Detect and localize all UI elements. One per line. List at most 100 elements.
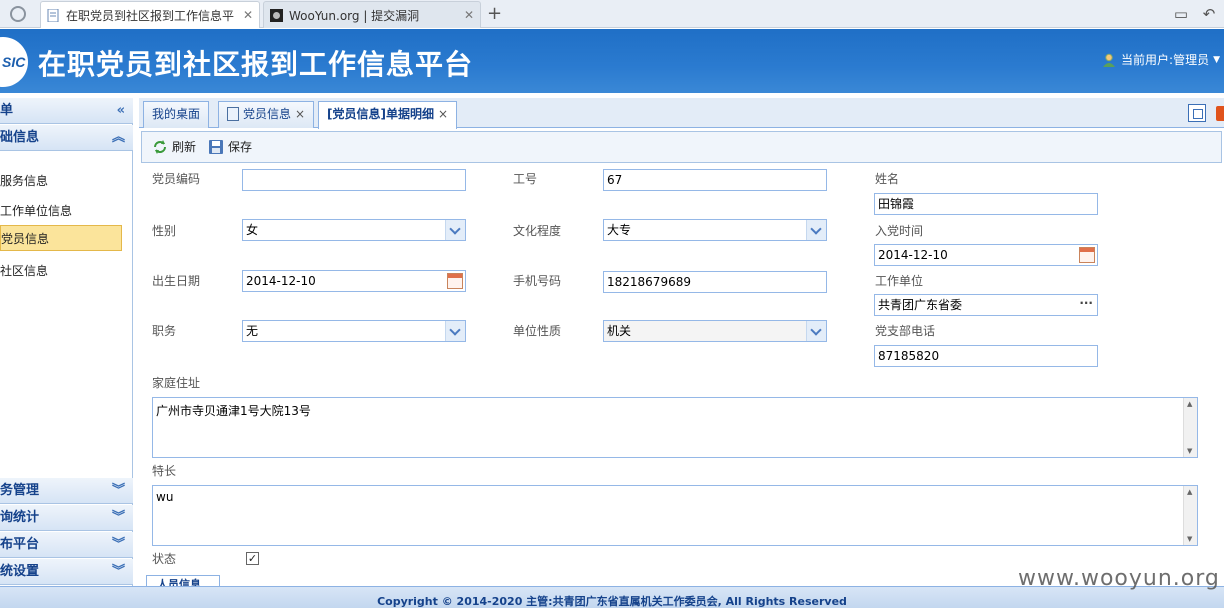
- calendar-icon[interactable]: [447, 273, 463, 289]
- member-code-label: 党员编码: [152, 172, 201, 186]
- left-sidebar: 菜单 « 基础信息 ︽ 服务信息 工作单位信息 党员信息 社区信息 服务管理 ︾…: [0, 98, 133, 586]
- refresh-icon: [154, 139, 166, 154]
- birth-date-value: 2014-12-10: [246, 274, 316, 288]
- mobile-label: 手机号码: [513, 274, 562, 288]
- status-checkbox[interactable]: ✓: [246, 552, 259, 565]
- refresh-button[interactable]: 刷新: [152, 138, 196, 155]
- sidebar-group-publish[interactable]: 发布平台 ︾: [0, 532, 133, 558]
- save-button[interactable]: 保存: [208, 138, 252, 155]
- work-unit-value: 共青团广东省委: [878, 298, 963, 312]
- join-date-value: 2014-12-10: [878, 248, 948, 262]
- sidebar-group-service-mgmt[interactable]: 服务管理 ︾: [0, 478, 133, 504]
- sidebar-item-work-unit[interactable]: 工作单位信息: [0, 198, 122, 224]
- collapse-left-icon[interactable]: «: [117, 98, 125, 123]
- browser-tab-strip: 在职党员到社区报到工作信息平 ✕ WooYun.org | 提交漏洞 ✕ + ▭…: [0, 0, 1224, 28]
- current-user-label: 当前用户:管理员: [1121, 53, 1210, 67]
- mobile-field[interactable]: 18218679689: [603, 271, 827, 293]
- branch-phone-field[interactable]: 87185820: [874, 345, 1098, 367]
- browser-tab-title: 在职党员到社区报到工作信息平: [66, 8, 235, 23]
- sidebar-group-label: 基础信息: [0, 130, 40, 145]
- user-icon: [1102, 53, 1116, 67]
- chevron-up-icon[interactable]: ︽: [112, 125, 125, 150]
- textarea-scrollbar[interactable]: [1183, 486, 1197, 545]
- close-tab-icon[interactable]: ✕: [243, 8, 253, 22]
- browser-home-icon[interactable]: [10, 6, 26, 22]
- save-icon: [209, 139, 223, 154]
- browser-tab-active[interactable]: 在职党员到社区报到工作信息平 ✕: [40, 1, 260, 28]
- dropdown-arrow-icon[interactable]: [806, 321, 826, 341]
- branch-phone-label: 党支部电话: [875, 324, 936, 338]
- close-tab-icon[interactable]: ×: [438, 107, 448, 121]
- education-select[interactable]: 大专: [603, 219, 827, 241]
- current-user[interactable]: 当前用户:管理员 ▼: [1102, 51, 1220, 68]
- unit-type-value: 机关: [607, 324, 632, 338]
- close-tab-icon[interactable]: ×: [295, 107, 305, 121]
- sidebar-group-label: 发布平台: [0, 537, 40, 552]
- sidebar-item-members[interactable]: 党员信息: [0, 225, 122, 251]
- chevron-down-icon[interactable]: ︾: [112, 559, 125, 584]
- position-select[interactable]: 无: [242, 320, 466, 342]
- sidebar-menu-head[interactable]: 菜单 «: [0, 98, 133, 124]
- form-toolbar: 刷新 保存: [141, 131, 1222, 163]
- refresh-label: 刷新: [172, 140, 197, 154]
- birth-date-label: 出生日期: [152, 274, 201, 288]
- content-tab-bar: 我的桌面 党员信息 × [党员信息]单据明细 ×: [139, 98, 1224, 129]
- new-tab-button[interactable]: +: [487, 3, 502, 24]
- maximize-icon[interactable]: [1188, 104, 1206, 122]
- sidebar-group-settings[interactable]: 系统设置 ︾: [0, 559, 133, 585]
- browser-tab-title: WooYun.org | 提交漏洞: [289, 8, 420, 23]
- member-code-field[interactable]: [242, 169, 466, 191]
- sidebar-item-label: 工作单位信息: [0, 204, 73, 218]
- name-field[interactable]: 田锦霞: [874, 193, 1098, 215]
- sidebar-item-service[interactable]: 服务信息: [0, 168, 122, 194]
- sidebar-group-basic[interactable]: 基础信息 ︽: [0, 125, 133, 151]
- caret-down-icon[interactable]: ▼: [1213, 55, 1220, 65]
- textarea-scrollbar[interactable]: [1183, 398, 1197, 457]
- specialty-textarea[interactable]: wu: [152, 485, 1198, 546]
- unit-type-select[interactable]: 机关: [603, 320, 827, 342]
- work-unit-label: 工作单位: [875, 274, 924, 288]
- tab-member-detail[interactable]: [党员信息]单据明细 ×: [318, 101, 458, 129]
- dropdown-arrow-icon[interactable]: [445, 321, 465, 341]
- chevron-down-icon[interactable]: ︾: [112, 505, 125, 530]
- specialty-value: wu: [156, 490, 174, 504]
- tab-member-info[interactable]: 党员信息 ×: [218, 101, 315, 128]
- close-panel-icon[interactable]: [1216, 106, 1224, 121]
- watermark: www.wooyun.org: [1018, 566, 1220, 591]
- sidebar-group-statistics[interactable]: 查询统计 ︾: [0, 505, 133, 531]
- specialty-label: 特长: [152, 464, 177, 478]
- app-title: 在职党员到社区报到工作信息平台: [38, 48, 474, 81]
- work-unit-field[interactable]: 共青团广东省委 ···: [874, 294, 1098, 316]
- sidebar-item-label: 党员信息: [1, 232, 50, 246]
- position-label: 职务: [152, 324, 177, 338]
- status-label: 状态: [152, 552, 177, 566]
- chevron-down-icon[interactable]: ︾: [112, 478, 125, 503]
- gender-label: 性别: [152, 224, 177, 238]
- birth-date-field[interactable]: 2014-12-10: [242, 270, 466, 292]
- app-header: SIC 在职党员到社区报到工作信息平台 当前用户:管理员 ▼: [0, 29, 1224, 93]
- chevron-down-icon[interactable]: ︾: [112, 532, 125, 557]
- wooyun-favicon-icon: [270, 8, 283, 22]
- gender-value: 女: [246, 223, 259, 237]
- browser-back-icon[interactable]: ↶: [1200, 5, 1218, 23]
- calendar-icon[interactable]: [1079, 247, 1095, 263]
- join-date-field[interactable]: 2014-12-10: [874, 244, 1098, 266]
- job-no-field[interactable]: 67: [603, 169, 827, 191]
- app-logo: SIC: [0, 37, 28, 87]
- unit-type-label: 单位性质: [513, 324, 562, 338]
- join-date-label: 入党时间: [875, 224, 924, 238]
- tab-my-desktop[interactable]: 我的桌面: [143, 101, 210, 128]
- address-textarea[interactable]: 广州市寺贝通津1号大院13号: [152, 397, 1198, 458]
- browser-tab-wooyun[interactable]: WooYun.org | 提交漏洞 ✕: [263, 1, 481, 28]
- document-icon: [227, 107, 239, 121]
- tab-label: [党员信息]单据明细: [327, 107, 434, 121]
- education-label: 文化程度: [513, 224, 562, 238]
- sidebar-group-label: 查询统计: [0, 510, 40, 525]
- close-tab-icon[interactable]: ✕: [464, 8, 474, 22]
- sidebar-item-community[interactable]: 社区信息: [0, 258, 122, 284]
- browser-menu-icon[interactable]: ▭: [1172, 5, 1190, 23]
- dropdown-arrow-icon[interactable]: [445, 220, 465, 240]
- dropdown-arrow-icon[interactable]: [806, 220, 826, 240]
- browse-ellipsis-icon[interactable]: ···: [1079, 295, 1093, 313]
- gender-select[interactable]: 女: [242, 219, 466, 241]
